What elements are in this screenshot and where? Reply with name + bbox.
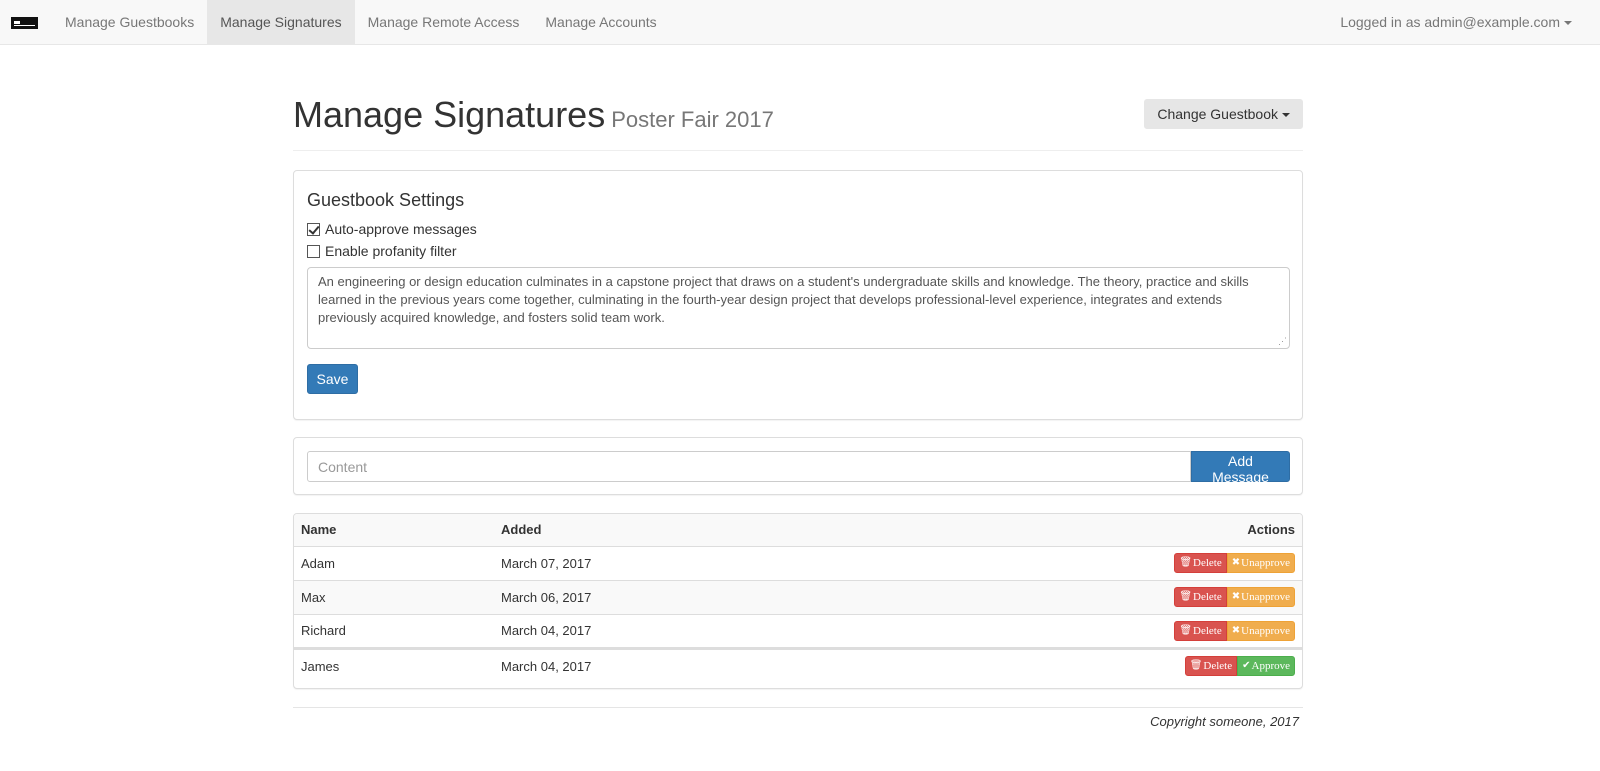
row-actions: 🗑 Delete ✔ Approve	[894, 646, 1302, 683]
profanity-filter-option[interactable]: Enable profanity filter	[307, 242, 457, 260]
footer: Copyright someone, 2017	[293, 707, 1303, 729]
nav-manage-accounts[interactable]: Manage Accounts	[532, 0, 669, 44]
table-row: Richard March 04, 2017 🗑 Delete ✖ Unapprove	[294, 613, 1302, 648]
table-row: Max March 06, 2017 🗑 Delete ✖ Unapprove	[294, 579, 1302, 614]
trash-icon: 🗑	[1179, 591, 1193, 602]
unapprove-label: Unapprove	[1241, 624, 1290, 637]
page-title: Manage Signatures Poster Fair 2017	[293, 95, 774, 140]
row-name: Max	[294, 579, 494, 614]
header-actions: Actions	[894, 514, 1302, 547]
header-name: Name	[294, 514, 494, 547]
nav-manage-remote-access[interactable]: Manage Remote Access	[355, 0, 533, 44]
settings-heading: Guestbook Settings	[307, 190, 465, 210]
change-guestbook-button[interactable]: Change Guestbook	[1144, 99, 1303, 129]
delete-label: Delete	[1193, 557, 1222, 569]
save-button[interactable]: Save	[307, 364, 358, 394]
page-header: Manage Signatures Poster Fair 2017 Change…	[293, 45, 1303, 151]
unapprove-button[interactable]: ✖ Unapprove	[1226, 587, 1295, 607]
caret-down-icon	[1282, 113, 1290, 118]
page-subtitle: Poster Fair 2017	[611, 107, 774, 132]
change-guestbook-label: Change Guestbook	[1157, 106, 1278, 122]
check-icon: ✔	[1242, 660, 1251, 672]
signatures-table: Name Added Actions Adam March 07, 2017 🗑…	[294, 514, 1302, 683]
row-actions: 🗑 Delete ✖ Unapprove	[894, 579, 1302, 614]
guestbook-description-textarea[interactable]: An engineering or design education culmi…	[307, 267, 1290, 349]
guestbook-settings-panel: Guestbook Settings Auto-approve messages…	[293, 170, 1303, 420]
trash-icon: 🗑	[1179, 624, 1193, 636]
x-icon: ✖	[1231, 591, 1241, 602]
table-row: Adam March 07, 2017 🗑 Delete ✖ Unapprove	[294, 545, 1302, 580]
table-header-row: Name Added Actions	[294, 514, 1302, 547]
delete-button[interactable]: 🗑 Delete	[1174, 587, 1227, 607]
unapprove-label: Unapprove	[1241, 557, 1290, 569]
trash-icon: 🗑	[1189, 660, 1203, 672]
auto-approve-option[interactable]: Auto-approve messages	[307, 220, 477, 238]
delete-label: Delete	[1203, 660, 1233, 673]
x-icon: ✖	[1231, 557, 1241, 568]
x-icon: ✖	[1231, 624, 1241, 636]
nav-manage-guestbooks[interactable]: Manage Guestbooks	[52, 0, 207, 44]
delete-label: Delete	[1193, 591, 1222, 603]
add-message-button[interactable]: Add Message	[1191, 451, 1290, 485]
row-name: Adam	[294, 545, 494, 580]
row-actions: 🗑 Delete ✖ Unapprove	[894, 613, 1302, 648]
signatures-table-panel: Name Added Actions Adam March 07, 2017 🗑…	[293, 513, 1303, 689]
table-row: James March 04, 2017 🗑 Delete ✔ Approve	[294, 646, 1302, 683]
logo-icon[interactable]	[11, 17, 38, 29]
auto-approve-checkbox[interactable]	[307, 222, 320, 236]
delete-label: Delete	[1193, 624, 1222, 637]
auto-approve-label: Auto-approve messages	[325, 221, 477, 237]
row-added: March 07, 2017	[494, 545, 894, 580]
header-added: Added	[494, 514, 894, 547]
approve-button[interactable]: ✔ Approve	[1237, 656, 1295, 677]
unapprove-label: Unapprove	[1241, 591, 1290, 603]
add-message-panel: Add Message	[293, 437, 1303, 495]
delete-button[interactable]: 🗑 Delete	[1184, 656, 1238, 677]
delete-button[interactable]: 🗑 Delete	[1174, 553, 1227, 573]
row-added: March 04, 2017	[494, 613, 894, 648]
profanity-filter-label: Enable profanity filter	[325, 243, 457, 259]
top-navbar: Manage Guestbooks Manage Signatures Mana…	[0, 0, 1600, 45]
row-actions: 🗑 Delete ✖ Unapprove	[894, 545, 1302, 580]
row-name: Richard	[294, 613, 494, 648]
main-nav: Manage Guestbooks Manage Signatures Mana…	[52, 0, 670, 45]
user-menu[interactable]: Logged in as admin@example.com	[1340, 0, 1572, 44]
main-container: Manage Signatures Poster Fair 2017 Change…	[293, 45, 1303, 729]
content-input[interactable]	[307, 451, 1191, 482]
user-menu-label: Logged in as admin@example.com	[1340, 14, 1560, 30]
resize-grip-icon[interactable]: ⋰	[1278, 336, 1288, 346]
unapprove-button[interactable]: ✖ Unapprove	[1226, 620, 1295, 641]
delete-button[interactable]: 🗑 Delete	[1174, 620, 1227, 641]
approve-label: Approve	[1251, 660, 1291, 673]
row-name: James	[294, 646, 494, 683]
caret-down-icon	[1564, 21, 1572, 26]
trash-icon: 🗑	[1179, 557, 1193, 568]
copyright-text: Copyright someone, 2017	[1150, 714, 1299, 729]
row-added: March 04, 2017	[494, 646, 894, 683]
nav-manage-signatures[interactable]: Manage Signatures	[207, 0, 355, 44]
unapprove-button[interactable]: ✖ Unapprove	[1226, 553, 1295, 573]
row-added: March 06, 2017	[494, 579, 894, 614]
page-title-text: Manage Signatures	[293, 94, 606, 135]
profanity-filter-checkbox[interactable]	[307, 244, 320, 258]
